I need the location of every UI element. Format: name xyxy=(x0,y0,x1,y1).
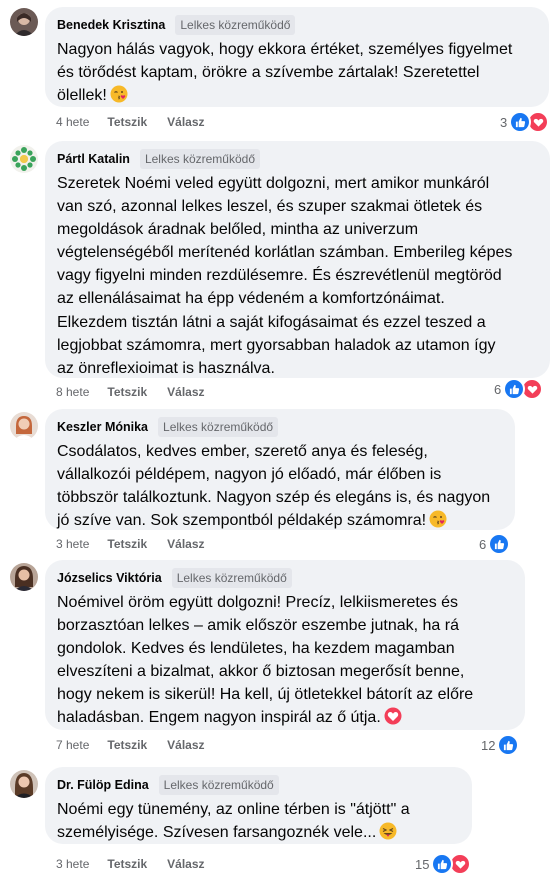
reaction-summary[interactable]: 6 xyxy=(494,378,544,400)
like-button[interactable]: Tetszik xyxy=(107,537,147,551)
reaction-count: 6 xyxy=(494,381,502,397)
comment-text: Nagyon hálás vagyok, hogy ekkora értéket… xyxy=(57,38,537,110)
comment-actions: 7 hete Tetszik Válasz xyxy=(56,737,225,753)
tongue-wink-emoji-icon xyxy=(379,822,397,847)
heart-emoji-icon xyxy=(384,707,402,732)
contributor-badge: Lelkes közreműködő xyxy=(158,775,279,795)
reaction-summary[interactable]: 12 xyxy=(481,734,520,756)
comment-author[interactable]: Keszler Mónika xyxy=(57,420,148,434)
comment-text: Csodálatos, kedves ember, szerető anya é… xyxy=(57,440,503,535)
like-reaction-icon xyxy=(431,853,454,875)
reply-button[interactable]: Válasz xyxy=(167,537,204,551)
kiss-emoji-icon xyxy=(429,510,447,535)
like-reaction-icon xyxy=(503,378,526,400)
contributor-badge: Lelkes közreműködő xyxy=(175,15,296,35)
comment-bubble: Pártl Katalin Lelkes közreműködő Szerete… xyxy=(45,141,550,378)
comment-bubble: Józselics Viktória Lelkes közreműködő No… xyxy=(45,560,525,730)
comment-author[interactable]: Józselics Viktória xyxy=(57,571,162,585)
reaction-summary[interactable]: 3 xyxy=(500,111,550,133)
avatar[interactable] xyxy=(10,563,38,591)
comment-actions: 3 hete Tetszik Válasz xyxy=(56,856,225,872)
like-reaction-icon xyxy=(488,533,511,555)
comment-bubble: Benedek Krisztina Lelkes közreműködő Nag… xyxy=(45,7,549,107)
reaction-count: 6 xyxy=(479,536,487,552)
reply-button[interactable]: Válasz xyxy=(167,385,204,399)
reaction-count: 3 xyxy=(500,114,508,130)
contributor-badge: Lelkes közreműködő xyxy=(171,568,292,588)
avatar[interactable] xyxy=(10,8,38,36)
contributor-badge: Lelkes közreműködő xyxy=(139,149,260,169)
comment-author[interactable]: Benedek Krisztina xyxy=(57,18,165,32)
reaction-count: 12 xyxy=(481,737,496,753)
comment-timestamp[interactable]: 8 hete xyxy=(56,385,89,399)
like-reaction-icon xyxy=(509,111,532,133)
avatar[interactable] xyxy=(10,145,38,173)
like-button[interactable]: Tetszik xyxy=(107,115,147,129)
reaction-summary[interactable]: 6 xyxy=(479,533,511,555)
avatar[interactable] xyxy=(10,412,38,440)
comment-text: Noémivel öröm együtt dolgozni! Precíz, l… xyxy=(57,591,513,733)
comment-bubble: Keszler Mónika Lelkes közreműködő Csodál… xyxy=(45,409,515,530)
avatar[interactable] xyxy=(10,770,38,798)
comment-timestamp[interactable]: 3 hete xyxy=(56,537,89,551)
comment-author[interactable]: Dr. Fülöp Edina xyxy=(57,778,149,792)
like-reaction-icon xyxy=(497,734,520,756)
like-button[interactable]: Tetszik xyxy=(107,857,147,871)
reply-button[interactable]: Válasz xyxy=(167,857,204,871)
reaction-summary[interactable]: 15 xyxy=(415,853,472,875)
comment-timestamp[interactable]: 3 hete xyxy=(56,857,89,871)
reply-button[interactable]: Válasz xyxy=(167,738,204,752)
reaction-count: 15 xyxy=(415,856,430,872)
comment-actions: 3 hete Tetszik Válasz xyxy=(56,536,225,552)
comment-text: Szeretek Noémi veled együtt dolgozni, me… xyxy=(57,175,513,377)
kiss-emoji-icon xyxy=(110,85,128,110)
comment-actions: 4 hete Tetszik Válasz xyxy=(56,114,225,130)
comment-timestamp[interactable]: 7 hete xyxy=(56,738,89,752)
like-button[interactable]: Tetszik xyxy=(107,738,147,752)
comment-author[interactable]: Pártl Katalin xyxy=(57,152,130,166)
comment-actions: 8 hete Tetszik Válasz xyxy=(56,384,225,400)
contributor-badge: Lelkes közreműködő xyxy=(158,417,279,437)
comment-text: Noémi egy tünemény, az online térben is … xyxy=(57,798,460,847)
comment-timestamp[interactable]: 4 hete xyxy=(56,115,89,129)
reply-button[interactable]: Válasz xyxy=(167,115,204,129)
like-button[interactable]: Tetszik xyxy=(107,385,147,399)
comment-bubble: Dr. Fülöp Edina Lelkes közreműködő Noémi… xyxy=(45,767,472,844)
